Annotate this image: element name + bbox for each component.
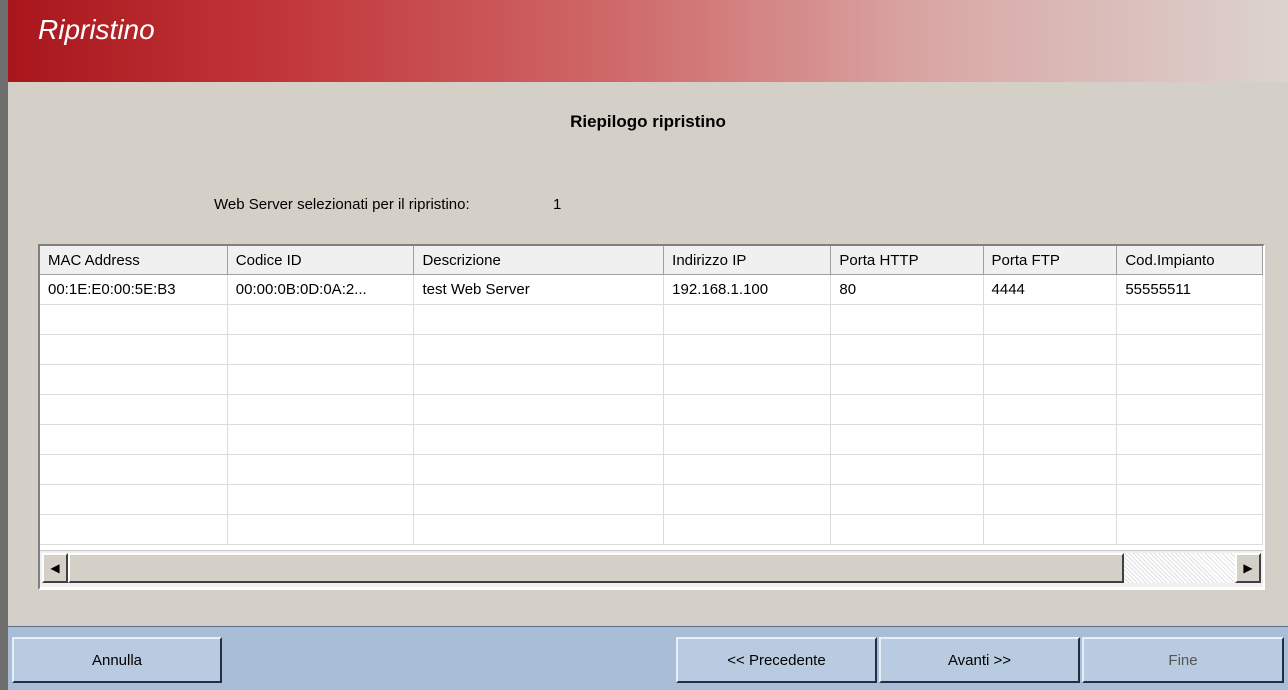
scroll-track[interactable]	[1124, 553, 1235, 583]
cell-ftp-port: 4444	[983, 274, 1118, 305]
empty-row	[40, 484, 1263, 515]
selected-count-value: 1	[553, 196, 562, 213]
col-header-ip[interactable]: Indirizzo IP	[663, 246, 832, 275]
footer-bar: Annulla << Precedente Avanti >> Fine	[8, 626, 1288, 690]
cell-mac: 00:1E:E0:00:5E:B3	[40, 274, 228, 305]
empty-row	[40, 364, 1263, 395]
title-bar: Ripristino	[8, 0, 1288, 82]
cell-id: 00:00:0B:0D:0A:2...	[227, 274, 415, 305]
empty-row	[40, 424, 1263, 455]
empty-row	[40, 304, 1263, 335]
scroll-left-button[interactable]: ◀	[42, 553, 68, 583]
table-header-row: MAC Address Codice ID Descrizione Indiri…	[40, 246, 1263, 275]
empty-row	[40, 394, 1263, 425]
webserver-grid[interactable]: MAC Address Codice ID Descrizione Indiri…	[38, 244, 1265, 590]
col-header-id[interactable]: Codice ID	[227, 246, 415, 275]
page-heading: Riepilogo ripristino	[570, 112, 726, 131]
selected-count-label: Web Server selezionati per il ripristino…	[214, 196, 470, 213]
col-header-mac[interactable]: MAC Address	[40, 246, 228, 275]
arrow-right-icon: ▶	[1243, 561, 1253, 575]
cell-http-port: 80	[830, 274, 984, 305]
finish-button[interactable]: Fine	[1082, 637, 1284, 683]
cell-description: test Web Server	[413, 274, 665, 305]
cell-ip: 192.168.1.100	[663, 274, 832, 305]
col-header-http-port[interactable]: Porta HTTP	[830, 246, 984, 275]
wizard-window: Ripristino Riepilogo ripristino Web Serv…	[0, 0, 1288, 690]
scroll-right-button[interactable]: ▶	[1235, 553, 1261, 583]
table-row[interactable]: 00:1E:E0:00:5E:B3 00:00:0B:0D:0A:2... te…	[40, 274, 1263, 305]
back-button[interactable]: << Precedente	[676, 637, 877, 683]
webserver-table: MAC Address Codice ID Descrizione Indiri…	[40, 246, 1263, 545]
window-title: Ripristino	[38, 14, 155, 45]
horizontal-scrollbar[interactable]: ◀ ▶	[40, 550, 1263, 587]
empty-row	[40, 514, 1263, 545]
arrow-left-icon: ◀	[50, 561, 60, 575]
empty-row	[40, 334, 1263, 365]
cell-plant-code: 55555511	[1116, 274, 1263, 305]
empty-row	[40, 454, 1263, 485]
cancel-button[interactable]: Annulla	[12, 637, 222, 683]
col-header-plant-code[interactable]: Cod.Impianto	[1116, 246, 1263, 275]
next-button[interactable]: Avanti >>	[879, 637, 1080, 683]
col-header-ftp-port[interactable]: Porta FTP	[983, 246, 1118, 275]
col-header-description[interactable]: Descrizione	[413, 246, 665, 275]
scroll-thumb[interactable]	[68, 553, 1124, 583]
